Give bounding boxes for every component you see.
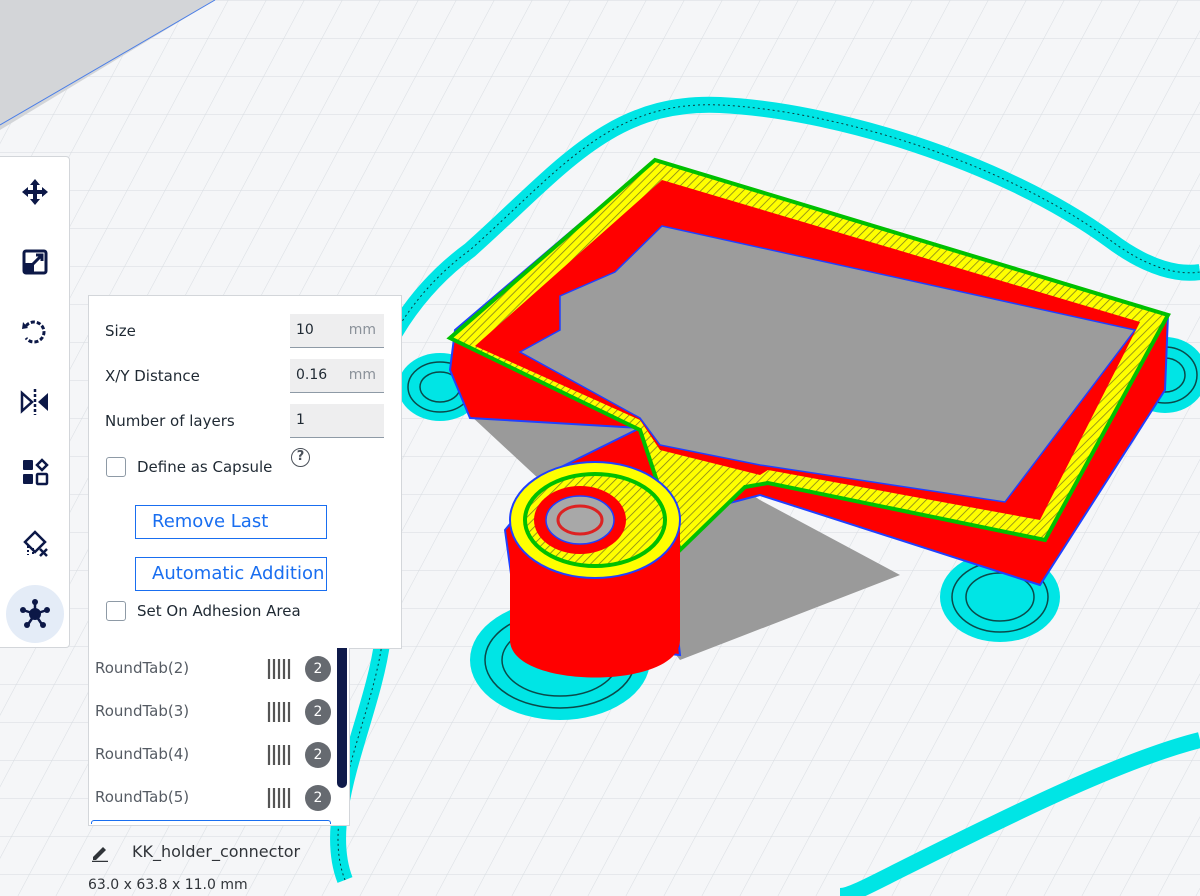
list-item[interactable]: RoundTab(4) 2: [89, 734, 331, 774]
tab-star-icon: [20, 599, 50, 628]
xy-distance-input[interactable]: 0.16 mm: [290, 359, 384, 393]
xy-distance-value: 0.16: [296, 367, 328, 383]
layers-input[interactable]: 1: [290, 404, 384, 438]
move-arrows-icon: [22, 179, 48, 205]
list-item[interactable]: RoundTab(5) 2: [89, 777, 331, 817]
support-blocker-tool-button[interactable]: [6, 513, 64, 571]
capsule-label: Define as Capsule: [137, 458, 273, 476]
rotate-icon: [22, 320, 46, 344]
extruder-stripes-icon: [267, 659, 291, 679]
size-input[interactable]: 10 mm: [290, 314, 384, 348]
left-toolbar: [0, 156, 70, 648]
extruder-stripes-icon: [267, 702, 291, 722]
list-item[interactable]: RoundTab(2) 2: [89, 648, 331, 688]
tab-anti-warping-tool-button[interactable]: [6, 585, 64, 643]
object-dimensions: 63.0 x 63.8 x 11.0 mm: [88, 877, 248, 893]
size-unit: mm: [348, 322, 376, 338]
list-item-name: RoundTab(3): [95, 702, 190, 720]
tab-settings-panel: Size 10 mm X/Y Distance 0.16 mm Number o…: [88, 295, 402, 649]
move-tool-button[interactable]: [6, 163, 64, 221]
list-item-name: RoundTab(5): [95, 788, 190, 806]
extruder-badge: 2: [305, 656, 331, 682]
connector-cylinder: [509, 461, 681, 678]
per-model-settings-tool-button[interactable]: [6, 443, 64, 501]
scale-tool-button[interactable]: [6, 233, 64, 291]
list-item-name: RoundTab(4): [95, 745, 190, 763]
object-list: RoundTab(2) 2 RoundTab(3) 2 RoundTab(4) …: [88, 648, 350, 826]
help-icon[interactable]: ?: [291, 448, 310, 467]
per-model-settings-icon: [23, 458, 49, 486]
extruder-stripes-icon: [267, 788, 291, 808]
layers-value: 1: [296, 412, 305, 428]
object-name: KK_holder_connector: [132, 842, 301, 861]
mirror-tool-button[interactable]: [6, 373, 64, 431]
list-item-name: RoundTab(2): [95, 659, 190, 677]
scale-icon: [22, 249, 48, 275]
xy-distance-label: X/Y Distance: [105, 367, 200, 385]
list-item[interactable]: RoundTab(3) 2: [89, 691, 331, 731]
automatic-addition-button[interactable]: Automatic Addition: [135, 557, 327, 591]
adhesion-area-label: Set On Adhesion Area: [137, 602, 301, 620]
extruder-badge: 2: [305, 742, 331, 768]
list-scrollbar[interactable]: [337, 648, 347, 788]
capsule-checkbox[interactable]: [106, 457, 126, 477]
mirror-icon: [20, 389, 48, 415]
extruder-stripes-icon: [267, 745, 291, 765]
extruder-badge: 2: [305, 785, 331, 811]
layers-label: Number of layers: [105, 412, 235, 430]
size-value: 10: [296, 322, 314, 338]
size-label: Size: [105, 322, 136, 340]
adhesion-area-checkbox[interactable]: [106, 601, 126, 621]
extruder-badge: 2: [305, 699, 331, 725]
pencil-icon[interactable]: [90, 842, 110, 862]
remove-last-button[interactable]: Remove Last: [135, 505, 327, 539]
rotate-tool-button[interactable]: [6, 303, 64, 361]
support-blocker-icon: [23, 530, 48, 557]
list-selected-item-edge: [91, 820, 331, 824]
xy-distance-unit: mm: [348, 367, 376, 383]
